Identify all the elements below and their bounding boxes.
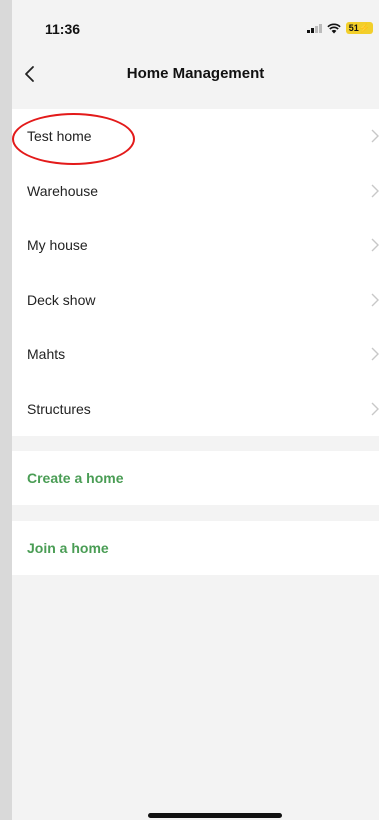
status-bar: 11:36 51⚡ xyxy=(12,0,379,52)
signal-icon xyxy=(307,23,322,33)
home-item-warehouse[interactable]: Warehouse xyxy=(12,164,379,219)
battery-level: 51 xyxy=(348,23,359,33)
home-item-mahts[interactable]: Mahts xyxy=(12,327,379,382)
home-indicator xyxy=(148,813,282,818)
page-title: Home Management xyxy=(126,65,265,82)
create-home-label: Create a home xyxy=(27,470,124,486)
chevron-right-icon xyxy=(371,402,379,416)
battery-icon: 51⚡ xyxy=(345,22,373,34)
home-item-label: Test home xyxy=(27,128,92,145)
home-item-deck-show[interactable]: Deck show xyxy=(12,273,379,328)
wifi-icon xyxy=(327,23,341,33)
home-item-label: Deck show xyxy=(27,291,96,308)
nav-bar: Home Management xyxy=(12,52,379,96)
status-time: 11:36 xyxy=(45,21,81,37)
status-icons: 51⚡ xyxy=(307,22,373,34)
home-item-label: My house xyxy=(27,237,88,254)
join-home-group: Join a home xyxy=(12,521,379,575)
create-home-group: Create a home xyxy=(12,451,379,505)
home-item-my-house[interactable]: My house xyxy=(12,218,379,273)
chevron-right-icon xyxy=(371,238,379,252)
chevron-right-icon xyxy=(371,129,379,143)
join-home-button[interactable]: Join a home xyxy=(12,521,379,575)
chevron-right-icon xyxy=(371,293,379,307)
home-item-label: Structures xyxy=(27,400,91,417)
join-home-label: Join a home xyxy=(27,540,109,556)
home-item-label: Mahts xyxy=(27,346,66,363)
home-item-structures[interactable]: Structures xyxy=(12,382,379,437)
home-item-test-home[interactable]: Test home xyxy=(12,109,379,164)
chevron-right-icon xyxy=(371,184,379,198)
home-item-label: Warehouse xyxy=(27,182,99,199)
create-home-button[interactable]: Create a home xyxy=(12,451,379,505)
chevron-right-icon xyxy=(371,347,379,361)
phone-screen: 11:36 51⚡ Home Management Test home Ware… xyxy=(12,0,379,820)
home-list: Test home Warehouse My house Deck show M… xyxy=(12,109,379,436)
